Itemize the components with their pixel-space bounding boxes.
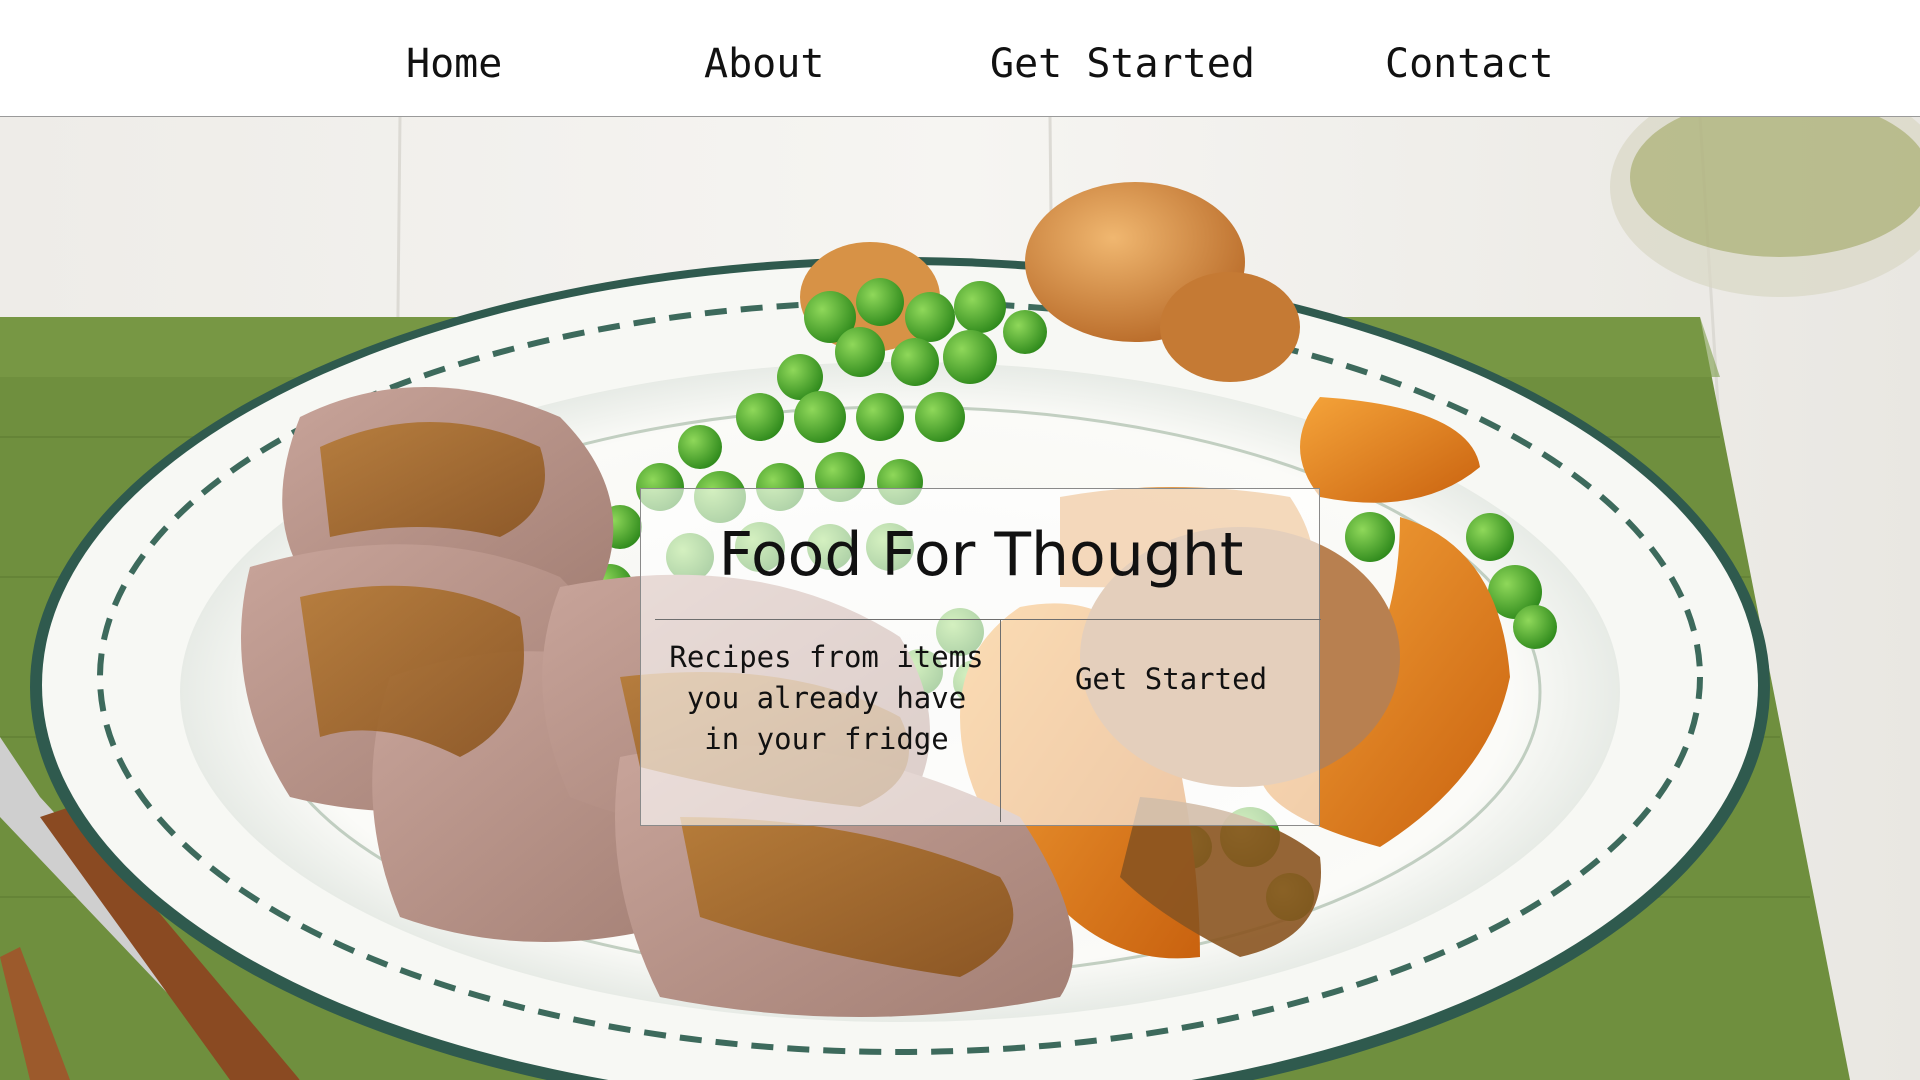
tagline: Recipes from items you already have in y… [669,640,984,756]
nav-link-about[interactable]: About [704,44,824,84]
nav-link-contact[interactable]: Contact [1385,44,1554,84]
nav-link-get-started[interactable]: Get Started [990,44,1255,84]
get-started-button[interactable]: Get Started [1056,659,1286,700]
top-navigation: Home About Get Started Contact [0,0,1920,117]
hero-section: Food For Thought Recipes from items you … [0,117,1920,1080]
hero-card: Food For Thought Recipes from items you … [640,488,1321,826]
card-divider-horizontal [655,619,1321,620]
nav-link-home[interactable]: Home [406,44,502,84]
card-divider-vertical [1000,619,1001,822]
site-title: Food For Thought [718,520,1244,590]
